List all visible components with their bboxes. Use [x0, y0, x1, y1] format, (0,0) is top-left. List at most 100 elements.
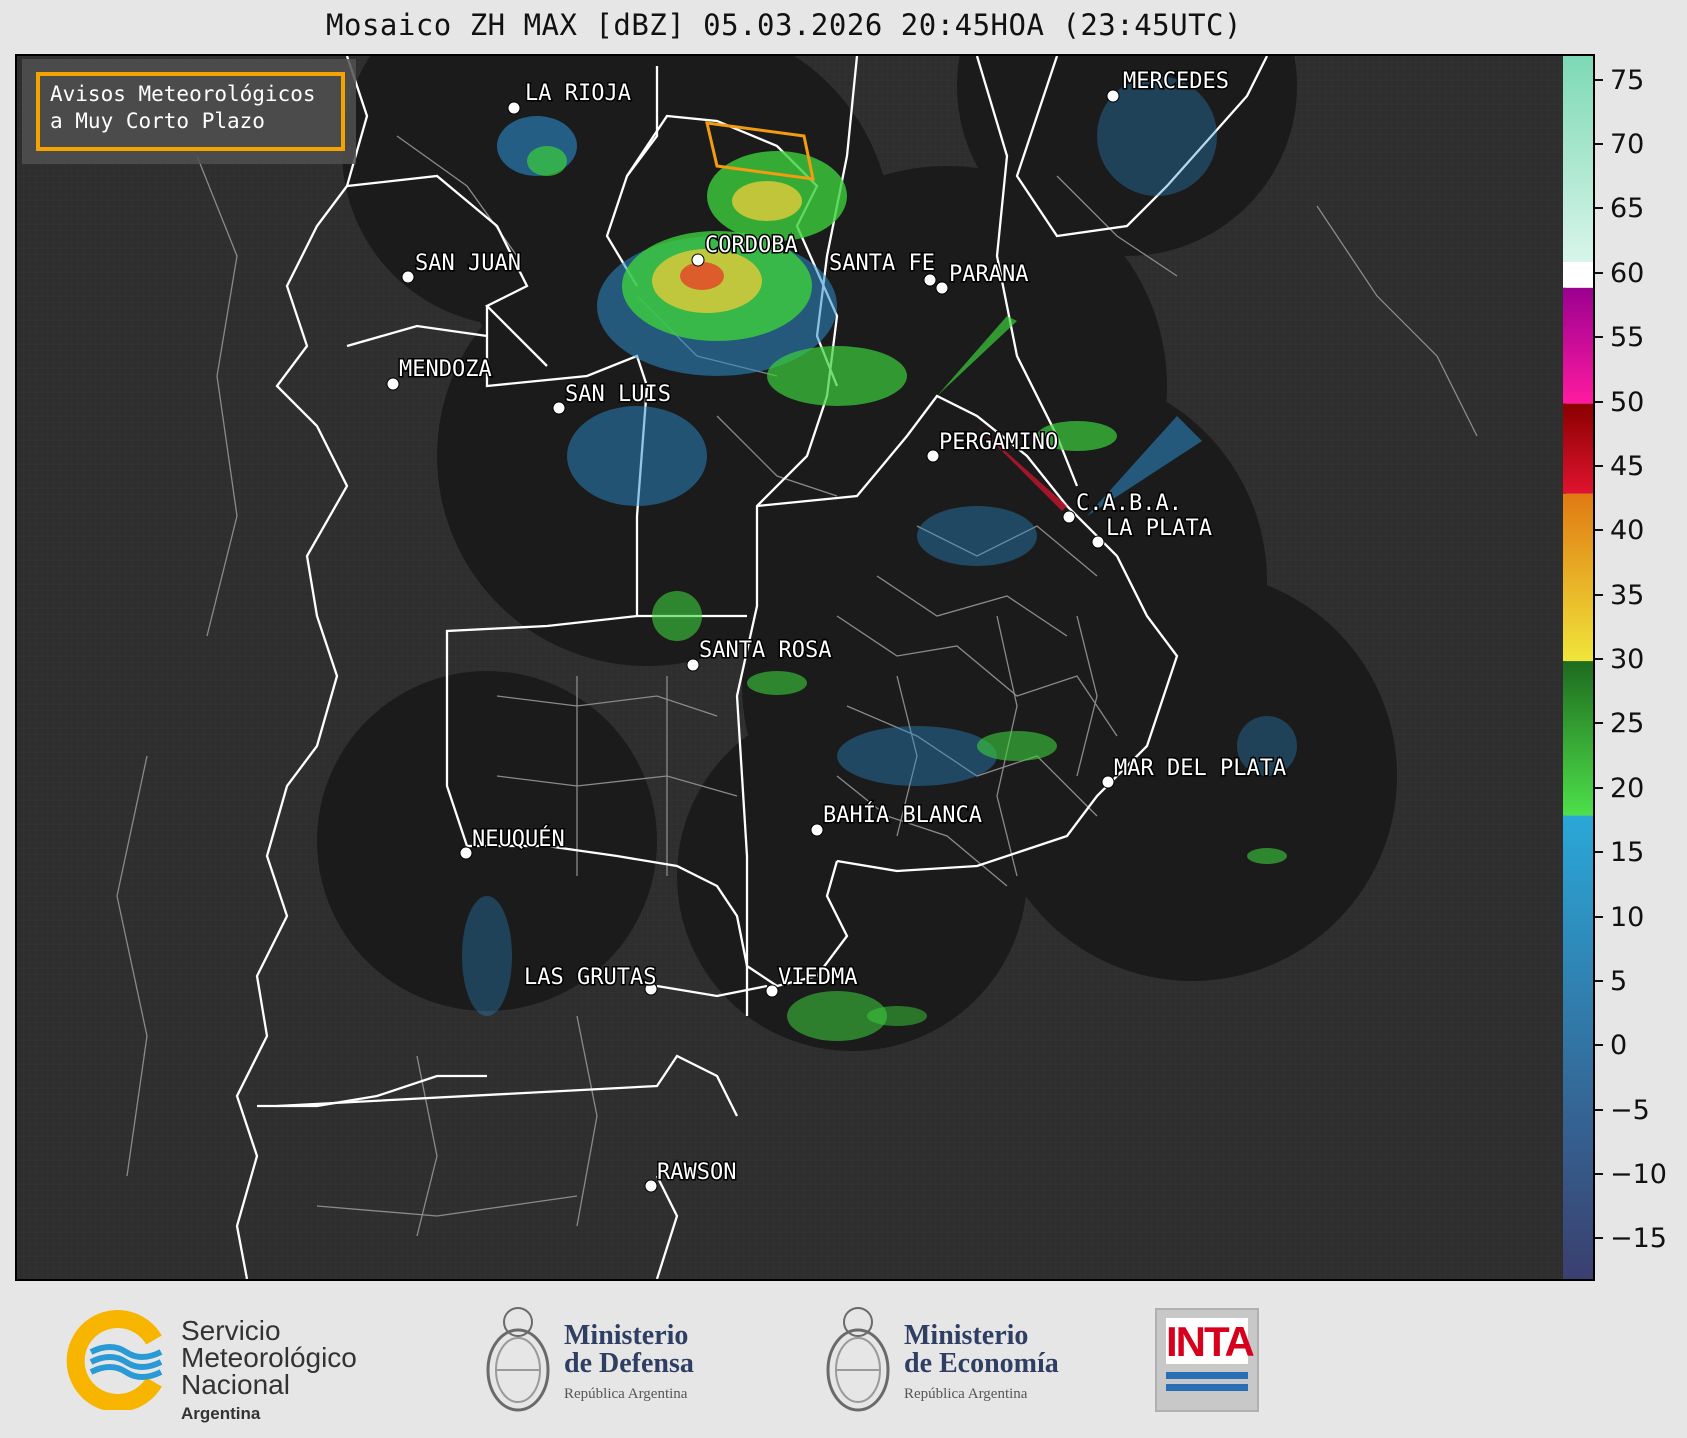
- economia-sub: República Argentina: [904, 1386, 1028, 1402]
- logo-footer: Servicio Meteorológico Nacional Argentin…: [0, 1280, 1687, 1438]
- coat-of-arms-icon: [826, 1307, 890, 1412]
- city-marker[interactable]: [386, 377, 400, 391]
- colorbar-tick: [1595, 915, 1603, 918]
- city-marker[interactable]: [552, 401, 566, 415]
- city-label: C.A.B.A.: [1076, 491, 1182, 516]
- economia-line-1: Ministerio: [904, 1320, 1029, 1351]
- colorbar-segment: [1563, 287, 1593, 404]
- city-marker[interactable]: [926, 449, 940, 463]
- city-marker[interactable]: [1091, 535, 1105, 549]
- defensa-line-1: Ministerio: [564, 1320, 689, 1351]
- colorbar-tick-label: 40: [1610, 515, 1645, 547]
- colorbar-tick: [1595, 400, 1603, 403]
- city-label: SAN LUIS: [565, 382, 671, 407]
- inta-stripe-2: [1166, 1384, 1248, 1391]
- colorbar-tick: [1595, 786, 1603, 789]
- city-label: RAWSON: [657, 1160, 736, 1185]
- colorbar-tick: [1595, 851, 1603, 854]
- map-title: Mosaico ZH MAX [dBZ] 05.03.2026 20:45HOA…: [326, 8, 1242, 42]
- colorbar-tick-label: 10: [1610, 901, 1645, 933]
- city-label: MENDOZA: [399, 357, 492, 382]
- colorbar-tick-label: 45: [1610, 450, 1645, 482]
- colorbar-tick-label: 70: [1610, 129, 1645, 161]
- city-marker[interactable]: [1062, 510, 1076, 524]
- colorbar-segment: [1563, 403, 1593, 494]
- city-label: PERGAMINO: [939, 430, 1058, 455]
- notice-line-2: a Muy Corto Plazo: [50, 109, 265, 133]
- colorbar-tick: [1595, 1044, 1603, 1047]
- city-marker[interactable]: [935, 281, 949, 295]
- city-label: VIEDMA: [778, 965, 857, 990]
- colorbar-tick: [1595, 207, 1603, 210]
- smn-logo: Servicio Meteorológico Nacional Argentin…: [66, 1310, 396, 1423]
- colorbar-tick: [1595, 529, 1603, 532]
- colorbar-tick-label: 35: [1610, 579, 1645, 611]
- inta-stripe-1: [1166, 1372, 1248, 1379]
- colorbar-segment: [1563, 661, 1593, 816]
- colorbar-tick-label: −15: [1610, 1223, 1667, 1255]
- city-label: LA RIOJA: [525, 81, 631, 106]
- colorbar-tick-label: 65: [1610, 193, 1645, 225]
- city-marker[interactable]: [1101, 775, 1115, 789]
- colorbar: [1563, 54, 1595, 1281]
- smn-line-3: Nacional: [181, 1369, 290, 1400]
- colorbar-tick-label: 0: [1610, 1030, 1628, 1062]
- smn-sub: Argentina: [181, 1404, 261, 1423]
- city-label: BAHÍA BLANCA: [823, 802, 982, 828]
- notice-label[interactable]: Avisos Meteorológicos a Muy Corto Plazo: [36, 72, 345, 151]
- city-marker[interactable]: [686, 658, 700, 672]
- colorbar-tick: [1595, 979, 1603, 982]
- city-marker[interactable]: [401, 270, 415, 284]
- colorbar-tick: [1595, 593, 1603, 596]
- colorbar-tick: [1595, 722, 1603, 725]
- city-label: SANTA FE: [829, 251, 935, 276]
- colorbar-tick-label: 15: [1610, 837, 1645, 869]
- colorbar-segment: [1563, 261, 1593, 288]
- colorbar-tick-label: 25: [1610, 708, 1645, 740]
- colorbar-tick: [1595, 658, 1603, 661]
- notice-line-1: Avisos Meteorológicos: [50, 82, 316, 106]
- colorbar-tick: [1595, 464, 1603, 467]
- city-marker[interactable]: [459, 846, 473, 860]
- city-label: CORDOBA: [705, 233, 798, 258]
- city-label: SANTA ROSA: [699, 638, 831, 663]
- defensa-logo: Ministerio de Defensa República Argentin…: [478, 1300, 768, 1430]
- city-label: NEUQUÉN: [472, 826, 565, 852]
- defensa-sub: República Argentina: [564, 1386, 688, 1402]
- colorbar-tick-label: 20: [1610, 772, 1645, 804]
- economia-line-2: de Economía: [904, 1348, 1059, 1379]
- colorbar-segment: [1563, 56, 1593, 262]
- inta-logo: INTA: [1155, 1308, 1259, 1412]
- city-marker[interactable]: [765, 984, 779, 998]
- colorbar-tick-label: 50: [1610, 386, 1645, 418]
- city-label: PARANA: [949, 262, 1028, 287]
- colorbar-tick: [1595, 1108, 1603, 1111]
- colorbar-tick-label: 75: [1610, 64, 1645, 96]
- city-label: LA PLATA: [1106, 516, 1212, 541]
- colorbar-tick-label: 5: [1610, 965, 1628, 997]
- colorbar-tick: [1595, 1237, 1603, 1240]
- colorbar-tick: [1595, 78, 1603, 81]
- colorbar-tick-label: −10: [1610, 1159, 1667, 1190]
- city-marker[interactable]: [644, 1179, 658, 1193]
- colorbar-tick-label: 55: [1610, 322, 1645, 354]
- colorbar-tick: [1595, 271, 1603, 274]
- colorbar-tick-label: 60: [1610, 257, 1645, 289]
- radar-map[interactable]: LA RIOJA MERCEDES SAN JUAN CORDOBA SANTA FE P…: [15, 54, 1566, 1281]
- defensa-line-2: de Defensa: [564, 1348, 694, 1379]
- city-marker[interactable]: [1106, 89, 1120, 103]
- smn-emblem-icon: [66, 1310, 163, 1410]
- city-marker[interactable]: [507, 101, 521, 115]
- colorbar-segment: [1563, 493, 1593, 662]
- economia-logo: Ministerio de Economía República Argenti…: [818, 1300, 1108, 1430]
- city-marker[interactable]: [810, 823, 824, 837]
- colorbar-tick-label: 30: [1610, 644, 1645, 676]
- city-label: LAS GRUTAS: [524, 965, 656, 990]
- city-label: MAR DEL PLATA: [1114, 756, 1286, 781]
- notice-box[interactable]: Avisos Meteorológicos a Muy Corto Plazo: [22, 59, 356, 164]
- colorbar-segment: [1563, 815, 1593, 1279]
- colorbar-gradient: [1563, 56, 1593, 1279]
- city-marker[interactable]: [691, 253, 705, 267]
- radar-map-canvas[interactable]: LA RIOJA MERCEDES SAN JUAN CORDOBA SANTA FE P…: [17, 56, 1564, 1279]
- city-label: SAN JUAN: [415, 251, 521, 276]
